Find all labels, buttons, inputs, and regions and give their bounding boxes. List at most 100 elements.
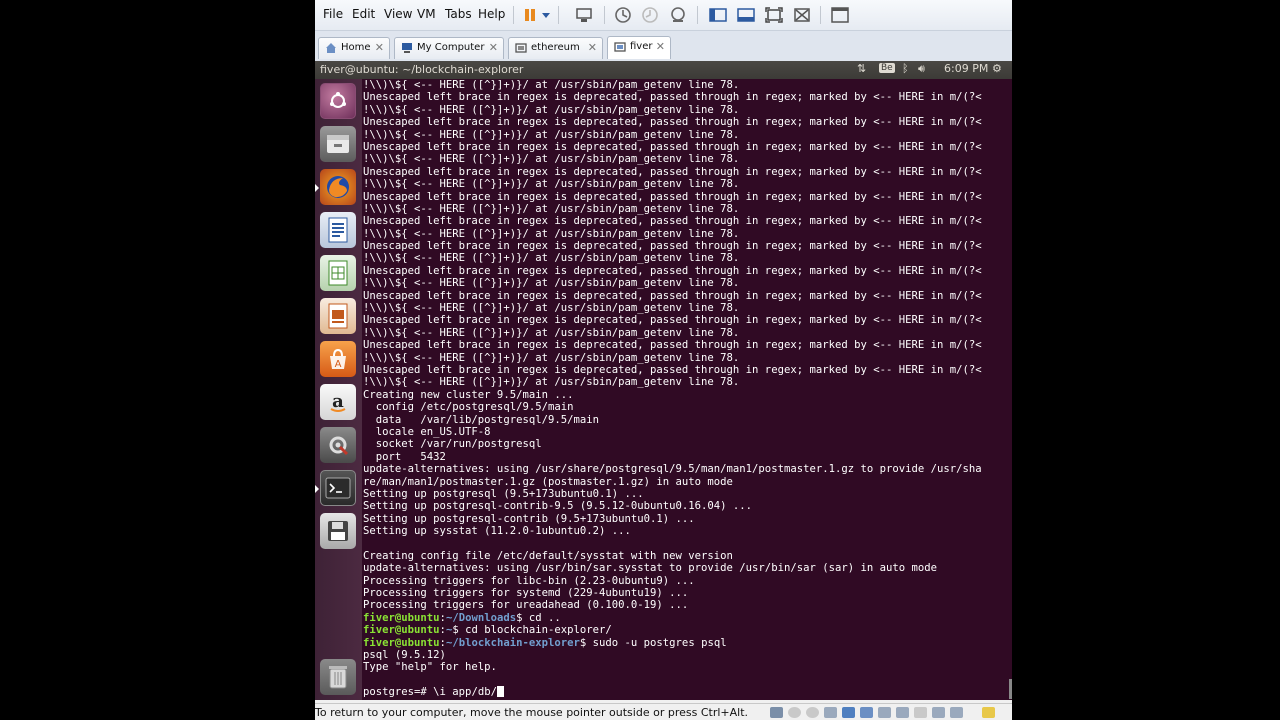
text-cursor [496,686,504,698]
usb-device-icon[interactable] [896,707,909,718]
message-log-icon[interactable] [982,707,995,718]
hard-disk-icon[interactable] [770,707,783,718]
terminal-line: !\\)\${ <-- HERE ([^}]+)}/ at /usr/sbin/… [363,79,740,91]
prompt-path: ~/Downloads [445,611,517,624]
prompt-user: fiver@ubuntu [363,636,440,649]
terminal-line: Creating config file /etc/default/syssta… [363,549,733,562]
terminal-line: Unescaped left brace in regex is depreca… [363,314,982,327]
psql-current-input[interactable]: \i app/db/ [433,686,497,698]
terminal-line: socket /var/run/postgresql [363,438,542,451]
trash-icon[interactable] [320,659,356,695]
close-icon[interactable]: ✕ [656,40,665,53]
ubuntu-dash-icon[interactable] [320,83,356,119]
usb-controller-icon[interactable] [860,707,873,718]
terminal-line: !\\)\${ <-- HERE ([^}]+)}/ at /usr/sbin/… [363,153,740,166]
gear-icon[interactable]: ⚙ [992,62,1002,75]
menu-view[interactable]: View [384,7,412,21]
system-settings-icon[interactable] [320,427,356,463]
menu-tabs[interactable]: Tabs [445,7,472,21]
terminal-icon[interactable] [320,470,356,506]
network-icon[interactable]: ⇅ [857,62,866,75]
terminal-line: Unescaped left brace in regex is depreca… [363,190,982,203]
close-icon[interactable]: ✕ [375,41,384,54]
amazon-icon[interactable]: a [320,384,356,420]
clock[interactable]: 6:09 PM [944,62,988,75]
manage-snapshots-icon[interactable] [668,5,688,25]
terminal-line: Unescaped left brace in regex is depreca… [363,289,982,302]
terminal-line: !\\)\${ <-- HERE ([^}]+)}/ at /usr/sbin/… [363,351,740,364]
menu-vm[interactable]: VM [417,7,436,21]
psql-input-line[interactable]: postgres=# \i app/db/ [363,686,982,698]
sound-card-icon[interactable] [914,707,927,718]
cd-rom-icon[interactable] [806,707,819,718]
terminal-prompt-line: fiver@ubuntu:~$ cd blockchain-explorer/ [363,624,982,636]
bluetooth-icon[interactable]: ᛒ [902,62,909,75]
menu-bar: File Edit View VM Tabs Help [315,0,1012,31]
dropdown-arrow-icon[interactable] [540,5,552,25]
terminal-line: !\\)\${ <-- HERE ([^}]+)}/ at /usr/sbin/… [363,227,740,240]
firefox-icon[interactable] [320,169,356,205]
tab-ethereum[interactable]: ethereum ✕ [508,37,603,59]
snapshot-icon[interactable] [613,5,633,25]
ubuntu-top-panel: fiver@ubuntu: ~/blockchain-explorer ⇅ Be… [315,61,1012,79]
terminal-line: update-alternatives: using /usr/share/po… [363,463,982,476]
display-icon[interactable] [950,707,963,718]
close-icon[interactable]: ✕ [588,41,597,54]
terminal-line: !\\)\${ <-- HERE ([^}]+)}/ at /usr/sbin/… [363,202,740,215]
terminal-line: update-alternatives: using /usr/bin/sar.… [363,562,938,575]
tab-my-computer[interactable]: My Computer ✕ [394,37,504,59]
prompt-path: ~/blockchain-explorer [445,636,580,649]
tab-fiver[interactable]: fiver ✕ [607,36,671,59]
console-view-icon[interactable] [830,5,850,25]
terminal-line: Unescaped left brace in regex is depreca… [363,116,982,129]
terminal-line: psql (9.5.12) [363,648,446,661]
menu-help[interactable]: Help [478,7,505,21]
vm-icon [515,42,527,54]
terminal-line: Unescaped left brace in regex is depreca… [363,363,982,376]
calc-icon[interactable] [320,255,356,291]
revert-snapshot-icon[interactable] [640,5,660,25]
show-library-icon[interactable] [708,5,728,25]
terminal-window[interactable]: !\\)\${ <-- HERE ([^}]+)}/ at /usr/sbin/… [362,79,1012,700]
writer-icon[interactable] [320,212,356,248]
network-adapter-icon[interactable] [842,707,855,718]
impress-icon[interactable] [320,298,356,334]
software-center-icon[interactable]: A [320,341,356,377]
terminal-line: port 5432 [363,450,446,463]
printer-icon[interactable] [932,707,945,718]
floppy-icon[interactable] [320,513,356,549]
tab-home[interactable]: Home ✕ [318,37,390,59]
cd-rom-icon[interactable] [788,707,801,718]
full-screen-icon[interactable] [764,5,784,25]
psql-prompt: postgres=# [363,686,434,699]
volume-icon[interactable]: 🔊︎ [918,62,925,76]
terminal-line: Unescaped left brace in regex is depreca… [363,91,982,104]
prompt-command: sudo -u postgres psql [586,636,727,649]
send-ctrl-alt-del-icon[interactable] [574,5,594,25]
launcher-running-indicator [315,485,319,493]
prompt-command: cd blockchain-explorer/ [458,624,612,637]
terminal-line: locale en_US.UTF-8 [363,425,491,438]
floppy-device-icon[interactable] [824,707,837,718]
terminal-line: Processing triggers for systemd (229-4ub… [363,587,689,600]
terminal-line: Setting up postgresql-contrib (9.5+173ub… [363,512,695,525]
toolbar-separator [604,6,605,24]
terminal-line: Unescaped left brace in regex is depreca… [363,140,982,153]
terminal-scrollbar[interactable] [1009,679,1012,699]
launcher-running-indicator [315,184,319,192]
thumbnail-bar-icon[interactable] [736,5,756,25]
unity-launcher: A a [315,79,363,700]
menu-file[interactable]: File [323,7,343,21]
files-icon[interactable] [320,126,356,162]
tab-label: ethereum [531,42,580,53]
keyboard-layout-indicator[interactable]: Be [879,63,895,73]
pause-icon[interactable] [520,5,540,25]
close-icon[interactable]: ✕ [489,41,498,54]
unity-icon[interactable] [792,5,812,25]
usb-device-icon[interactable] [878,707,891,718]
menu-edit[interactable]: Edit [352,7,375,21]
terminal-line: Unescaped left brace in regex is depreca… [363,240,982,253]
terminal-output: !\\)\${ <-- HERE ([^}]+)}/ at /usr/sbin/… [363,79,982,699]
